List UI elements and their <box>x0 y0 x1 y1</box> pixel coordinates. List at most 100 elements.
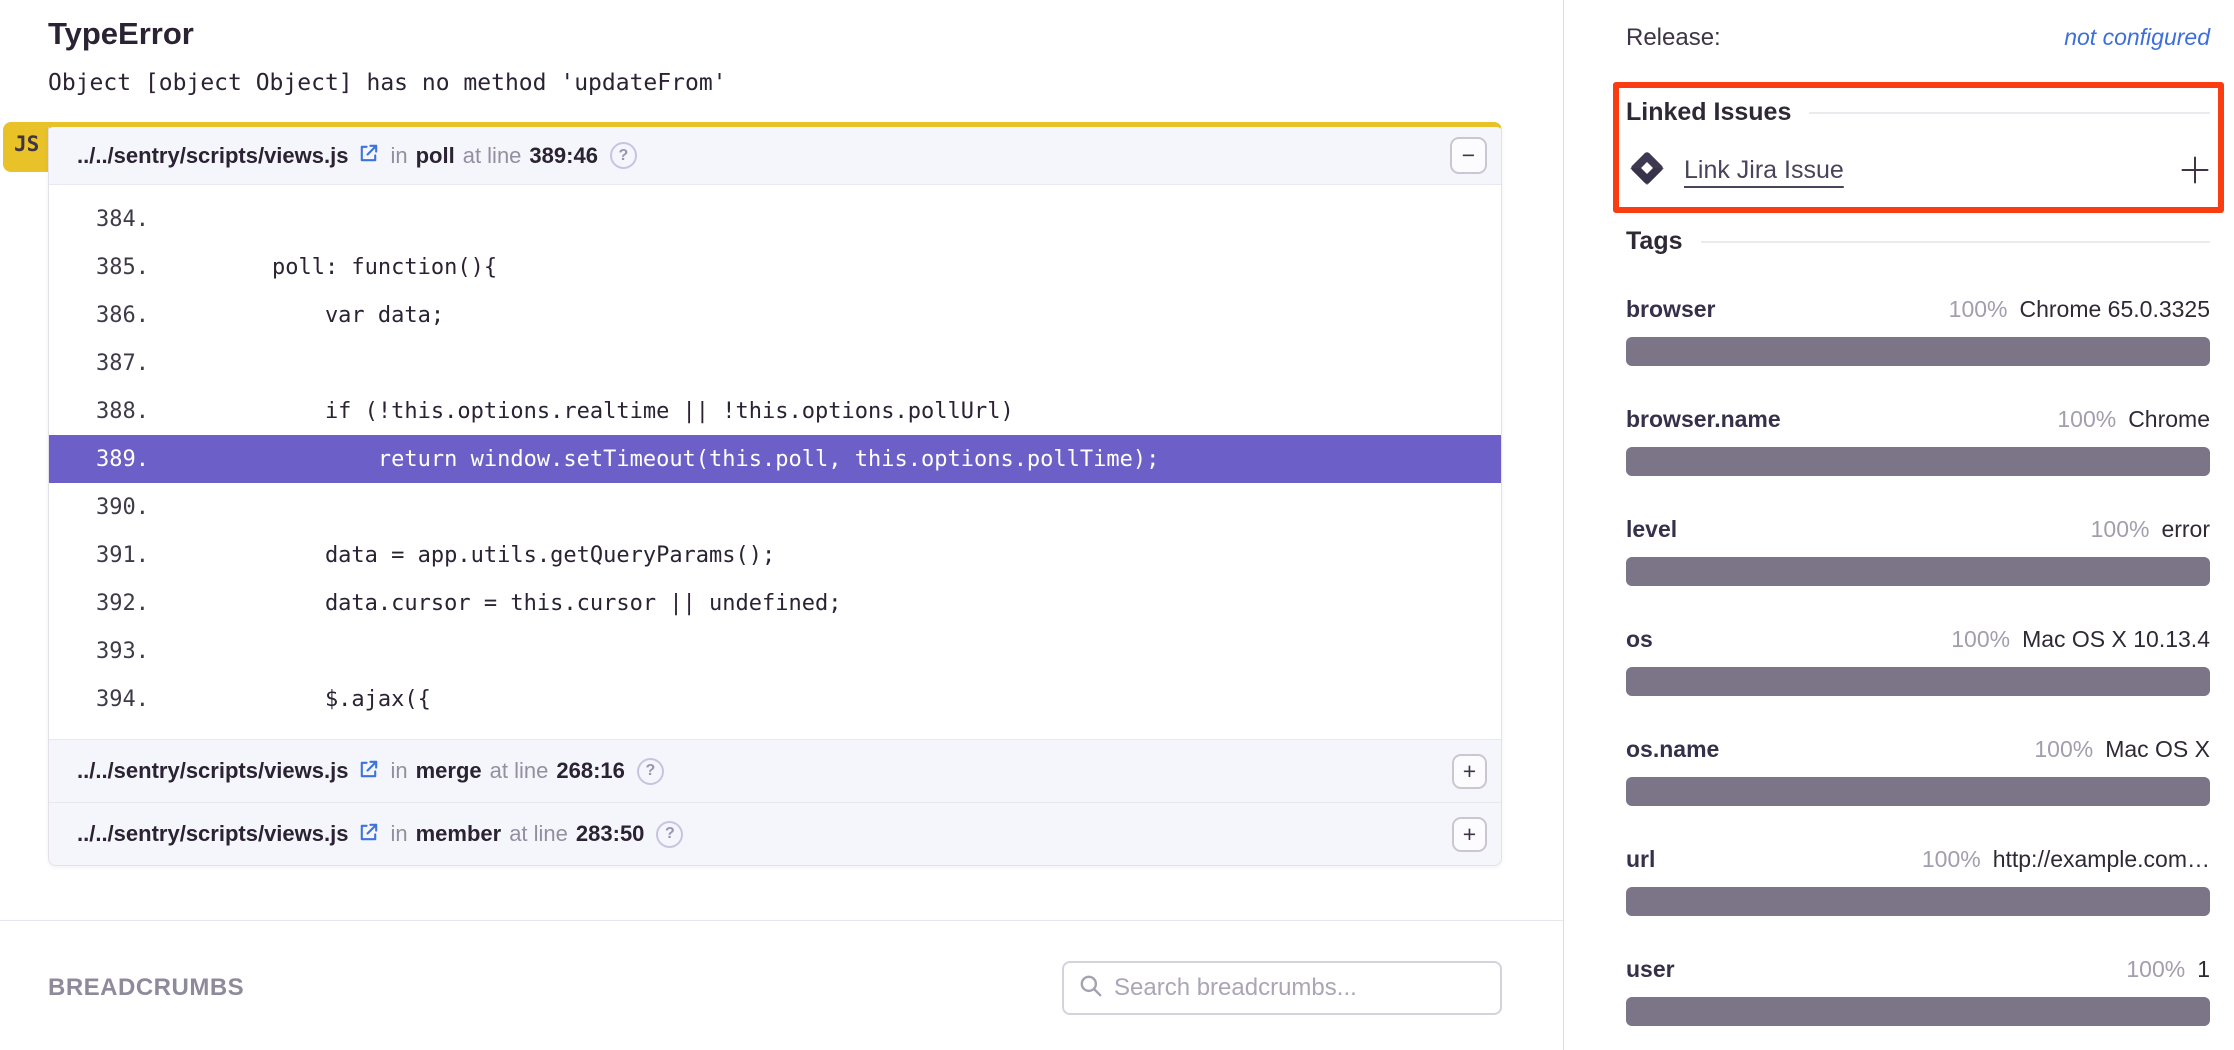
link-jira-issue-row: Link Jira Issue <box>1626 147 2210 193</box>
tag-percent: 100% <box>2091 514 2150 544</box>
page-title: TypeError <box>48 14 1502 54</box>
tag-distribution-bar[interactable] <box>1626 337 2210 366</box>
tag-distribution-bar[interactable] <box>1626 997 2210 1026</box>
external-link-icon[interactable] <box>357 758 380 787</box>
tag-summary: 100%Chrome 65.0.3325 <box>1949 294 2210 324</box>
tag-distribution-bar[interactable] <box>1626 557 2210 586</box>
frame-header-merge[interactable]: ../../sentry/scripts/views.js in merge a… <box>49 739 1501 802</box>
search-input[interactable] <box>1114 974 1486 1002</box>
line-number: 390. <box>49 495 149 520</box>
frame-file: ../../sentry/scripts/views.js <box>77 821 348 847</box>
tag-distribution-bar[interactable] <box>1626 667 2210 696</box>
line-number: 392. <box>49 591 149 616</box>
tag-summary: 100% error <box>2091 514 2210 544</box>
line-number: 393. <box>49 639 149 664</box>
link-jira-issue-link[interactable]: Link Jira Issue <box>1684 156 1844 185</box>
tag-percent: 100% <box>1951 624 2010 654</box>
tag-head: os.name 100% Mac OS X <box>1626 734 2210 764</box>
stacktrace: JS ../../sentry/scripts/views.js in poll… <box>48 122 1502 866</box>
breadcrumbs-title: BREADCRUMBS <box>48 974 244 1002</box>
tag-name[interactable]: os.name <box>1626 734 1719 764</box>
frame-line-number: 283:50 <box>576 821 645 847</box>
tag-row-os: os 100% Mac OS X 10.13.4 <box>1626 624 2210 696</box>
release-configure-link[interactable]: not configured <box>2064 24 2210 51</box>
tag-row-browser: browser 100%Chrome 65.0.3325 <box>1626 294 2210 366</box>
tag-name[interactable]: browser <box>1626 294 1715 324</box>
in-label: in <box>390 821 407 847</box>
breadcrumbs-search[interactable] <box>1062 961 1502 1015</box>
tag-name[interactable]: level <box>1626 514 1677 544</box>
help-icon[interactable]: ? <box>610 142 637 169</box>
tag-summary: 100% Mac OS X 10.13.4 <box>1951 624 2210 654</box>
tag-percent: 100% <box>1922 844 1981 874</box>
frame-file: ../../sentry/scripts/views.js <box>77 143 348 169</box>
line-number: 389. <box>49 447 149 472</box>
tag-value: http://example.com… <box>1993 844 2210 874</box>
at-line-label: at line <box>509 821 568 847</box>
code-text: if (!this.options.realtime || !this.opti… <box>166 399 1014 424</box>
tag-name[interactable]: browser.name <box>1626 404 1781 434</box>
header-rule <box>1701 241 2211 243</box>
at-line-label: at line <box>490 758 549 784</box>
stacktrace-frame-container: ../../sentry/scripts/views.js in poll at… <box>48 122 1502 866</box>
tag-summary: 100% 1 <box>2126 954 2210 984</box>
linked-issues-title: Linked Issues <box>1626 98 1791 127</box>
tag-value: Mac OS X <box>2105 734 2210 764</box>
line-number: 387. <box>49 351 149 376</box>
code-line: 392. data.cursor = this.cursor || undefi… <box>49 579 1501 627</box>
linked-issues-header: Linked Issues <box>1626 98 2210 127</box>
code-line: 393. <box>49 627 1501 675</box>
tags-title: Tags <box>1626 227 1683 256</box>
code-line: 394. $.ajax({ <box>49 675 1501 723</box>
error-message: Object [object Object] has no method 'up… <box>48 70 1502 96</box>
tag-percent: 100% <box>2126 954 2185 984</box>
in-label: in <box>390 143 407 169</box>
tag-name[interactable]: user <box>1626 954 1675 984</box>
frame-function: member <box>416 821 502 847</box>
code-text: data.cursor = this.cursor || undefined; <box>166 591 842 616</box>
main-column: TypeError Object [object Object] has no … <box>0 0 1563 1050</box>
frame-function: merge <box>416 758 482 784</box>
tag-percent: 100% <box>2057 404 2116 434</box>
tag-summary: 100%Chrome <box>2057 404 2210 434</box>
code-line: 388. if (!this.options.realtime || !this… <box>49 387 1501 435</box>
code-text: var data; <box>166 303 444 328</box>
collapse-frame-button[interactable]: − <box>1450 137 1487 174</box>
tag-head: level 100% error <box>1626 514 2210 544</box>
line-number: 388. <box>49 399 149 424</box>
tag-distribution-bar[interactable] <box>1626 447 2210 476</box>
release-row: Release: not configured <box>1626 24 2210 52</box>
code-block: 384.385. poll: function(){386. var data;… <box>49 185 1501 739</box>
add-linked-issue-button[interactable] <box>2180 155 2210 185</box>
code-line: 387. <box>49 339 1501 387</box>
external-link-icon[interactable] <box>357 821 380 850</box>
code-line-highlighted: 389. return window.setTimeout(this.poll,… <box>49 435 1501 483</box>
tag-name[interactable]: os <box>1626 624 1653 654</box>
tag-value: Chrome 65.0.3325 <box>2019 294 2210 324</box>
expand-frame-button[interactable]: + <box>1452 817 1487 852</box>
breadcrumbs-header: BREADCRUMBS <box>0 921 1563 1015</box>
tag-name[interactable]: url <box>1626 844 1655 874</box>
frame-header-member[interactable]: ../../sentry/scripts/views.js in member … <box>49 802 1501 865</box>
frame-function: poll <box>416 143 455 169</box>
line-number: 385. <box>49 255 149 280</box>
at-line-label: at line <box>463 143 522 169</box>
tag-value: Mac OS X 10.13.4 <box>2022 624 2210 654</box>
help-icon[interactable]: ? <box>637 758 664 785</box>
external-link-icon[interactable] <box>357 142 380 171</box>
tag-value: error <box>2161 514 2210 544</box>
tag-distribution-bar[interactable] <box>1626 887 2210 916</box>
line-number: 384. <box>49 207 149 232</box>
tag-head: os 100% Mac OS X 10.13.4 <box>1626 624 2210 654</box>
frame-line-number: 389:46 <box>529 143 598 169</box>
tag-value: 1 <box>2197 954 2210 984</box>
tag-row-user: user 100% 1 <box>1626 954 2210 1026</box>
help-icon[interactable]: ? <box>656 821 683 848</box>
frame-header-poll[interactable]: ../../sentry/scripts/views.js in poll at… <box>49 127 1501 185</box>
in-label: in <box>390 758 407 784</box>
tag-percent: 100% <box>2034 734 2093 764</box>
expand-frame-button[interactable]: + <box>1452 754 1487 789</box>
tag-distribution-bar[interactable] <box>1626 777 2210 806</box>
tag-head: browser 100%Chrome 65.0.3325 <box>1626 294 2210 324</box>
line-number: 391. <box>49 543 149 568</box>
